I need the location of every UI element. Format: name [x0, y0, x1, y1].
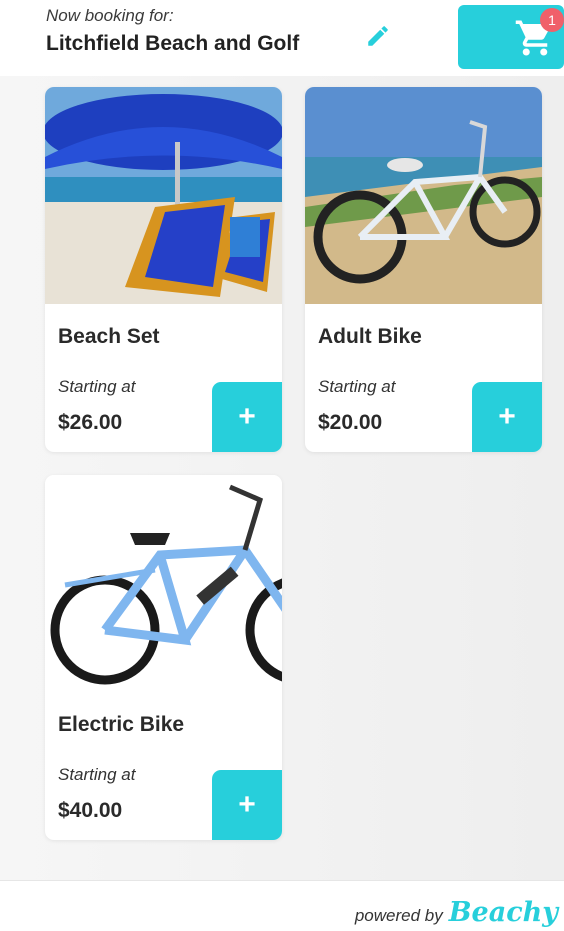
product-card-adult-bike[interactable]: Adult Bike Starting at $20.00 +	[305, 87, 542, 452]
price-caption: Starting at	[318, 377, 396, 396]
edit-venue-button[interactable]	[358, 18, 398, 54]
adult-bike-image	[305, 87, 542, 304]
product-price: $26.00	[58, 411, 123, 434]
add-beach-set-button[interactable]: +	[212, 382, 282, 452]
product-title: Electric Bike	[58, 713, 185, 736]
electric-bike-image	[45, 475, 282, 692]
product-card-beach-set[interactable]: Beach Set Starting at $26.00 +	[45, 87, 282, 452]
add-adult-bike-button[interactable]: +	[472, 382, 542, 452]
product-price: $20.00	[318, 411, 383, 434]
booking-caption: Now booking for:	[46, 6, 174, 25]
price-caption: Starting at	[58, 765, 136, 784]
cart-count-badge: 1	[540, 8, 564, 32]
cart-button[interactable]: 1	[458, 5, 564, 69]
footer: powered by Beachy	[0, 880, 564, 931]
add-electric-bike-button[interactable]: +	[212, 770, 282, 840]
price-caption: Starting at	[58, 377, 136, 396]
booking-page: Now booking for: Litchfield Beach and Go…	[0, 0, 564, 931]
powered-by-label: powered by	[354, 906, 443, 925]
venue-name: Litchfield Beach and Golf	[46, 32, 300, 55]
pencil-icon	[368, 26, 388, 46]
product-price: $40.00	[58, 799, 123, 822]
product-title: Adult Bike	[318, 325, 422, 348]
header: Now booking for: Litchfield Beach and Go…	[0, 0, 564, 76]
product-title: Beach Set	[58, 325, 160, 348]
powered-by[interactable]: powered by Beachy	[355, 897, 558, 928]
product-card-electric-bike[interactable]: Electric Bike Starting at $40.00 +	[45, 475, 282, 840]
beach-set-image	[45, 87, 282, 304]
beachy-logo: Beachy	[448, 897, 558, 928]
